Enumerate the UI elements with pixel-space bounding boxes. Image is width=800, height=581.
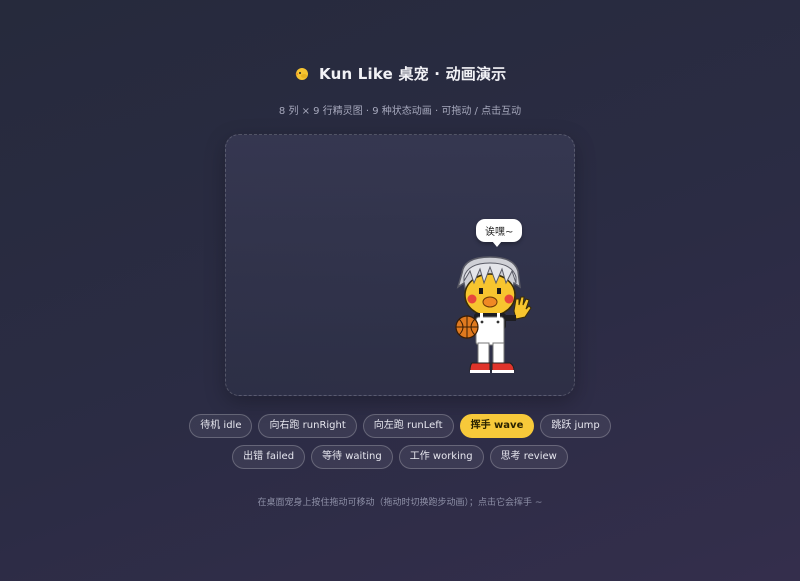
pet-stage: 诶嘿~: [225, 134, 575, 396]
pet-character[interactable]: [452, 253, 534, 379]
working-button[interactable]: 工作 working: [398, 445, 484, 469]
chick-icon: [294, 68, 308, 80]
state-button-group: 待机 idle 向右跑 runRight 向左跑 runLeft 挥手 wave…: [0, 414, 800, 476]
usage-hint: 在桌面宠身上按住拖动可移动（拖动时切换跑步动画）；点击它会挥手 ~: [257, 498, 543, 508]
run-left-button[interactable]: 向左跑 runLeft: [362, 414, 454, 438]
wave-button[interactable]: 挥手 wave: [459, 414, 535, 438]
speech-bubble: 诶嘿~: [476, 219, 523, 247]
jump-button[interactable]: 跳跃 jump: [540, 414, 611, 438]
waiting-button[interactable]: 等待 waiting: [311, 445, 393, 469]
state-button-row-2: 出错 failed 等待 waiting 工作 working 思考 revie…: [0, 445, 800, 469]
page-subtitle: 8 列 × 9 行精灵图 · 9 种状态动画 · 可拖动 / 点击互动: [278, 106, 522, 117]
review-button[interactable]: 思考 review: [489, 445, 568, 469]
page-title: Kun Like 桌宠 · 动画演示: [0, 63, 800, 84]
failed-button[interactable]: 出错 failed: [232, 445, 306, 469]
page-title-text: Kun Like 桌宠 · 动画演示: [319, 65, 507, 83]
state-button-row-1: 待机 idle 向右跑 runRight 向左跑 runLeft 挥手 wave…: [0, 414, 800, 438]
idle-button[interactable]: 待机 idle: [189, 414, 253, 438]
run-right-button[interactable]: 向右跑 runRight: [258, 414, 357, 438]
